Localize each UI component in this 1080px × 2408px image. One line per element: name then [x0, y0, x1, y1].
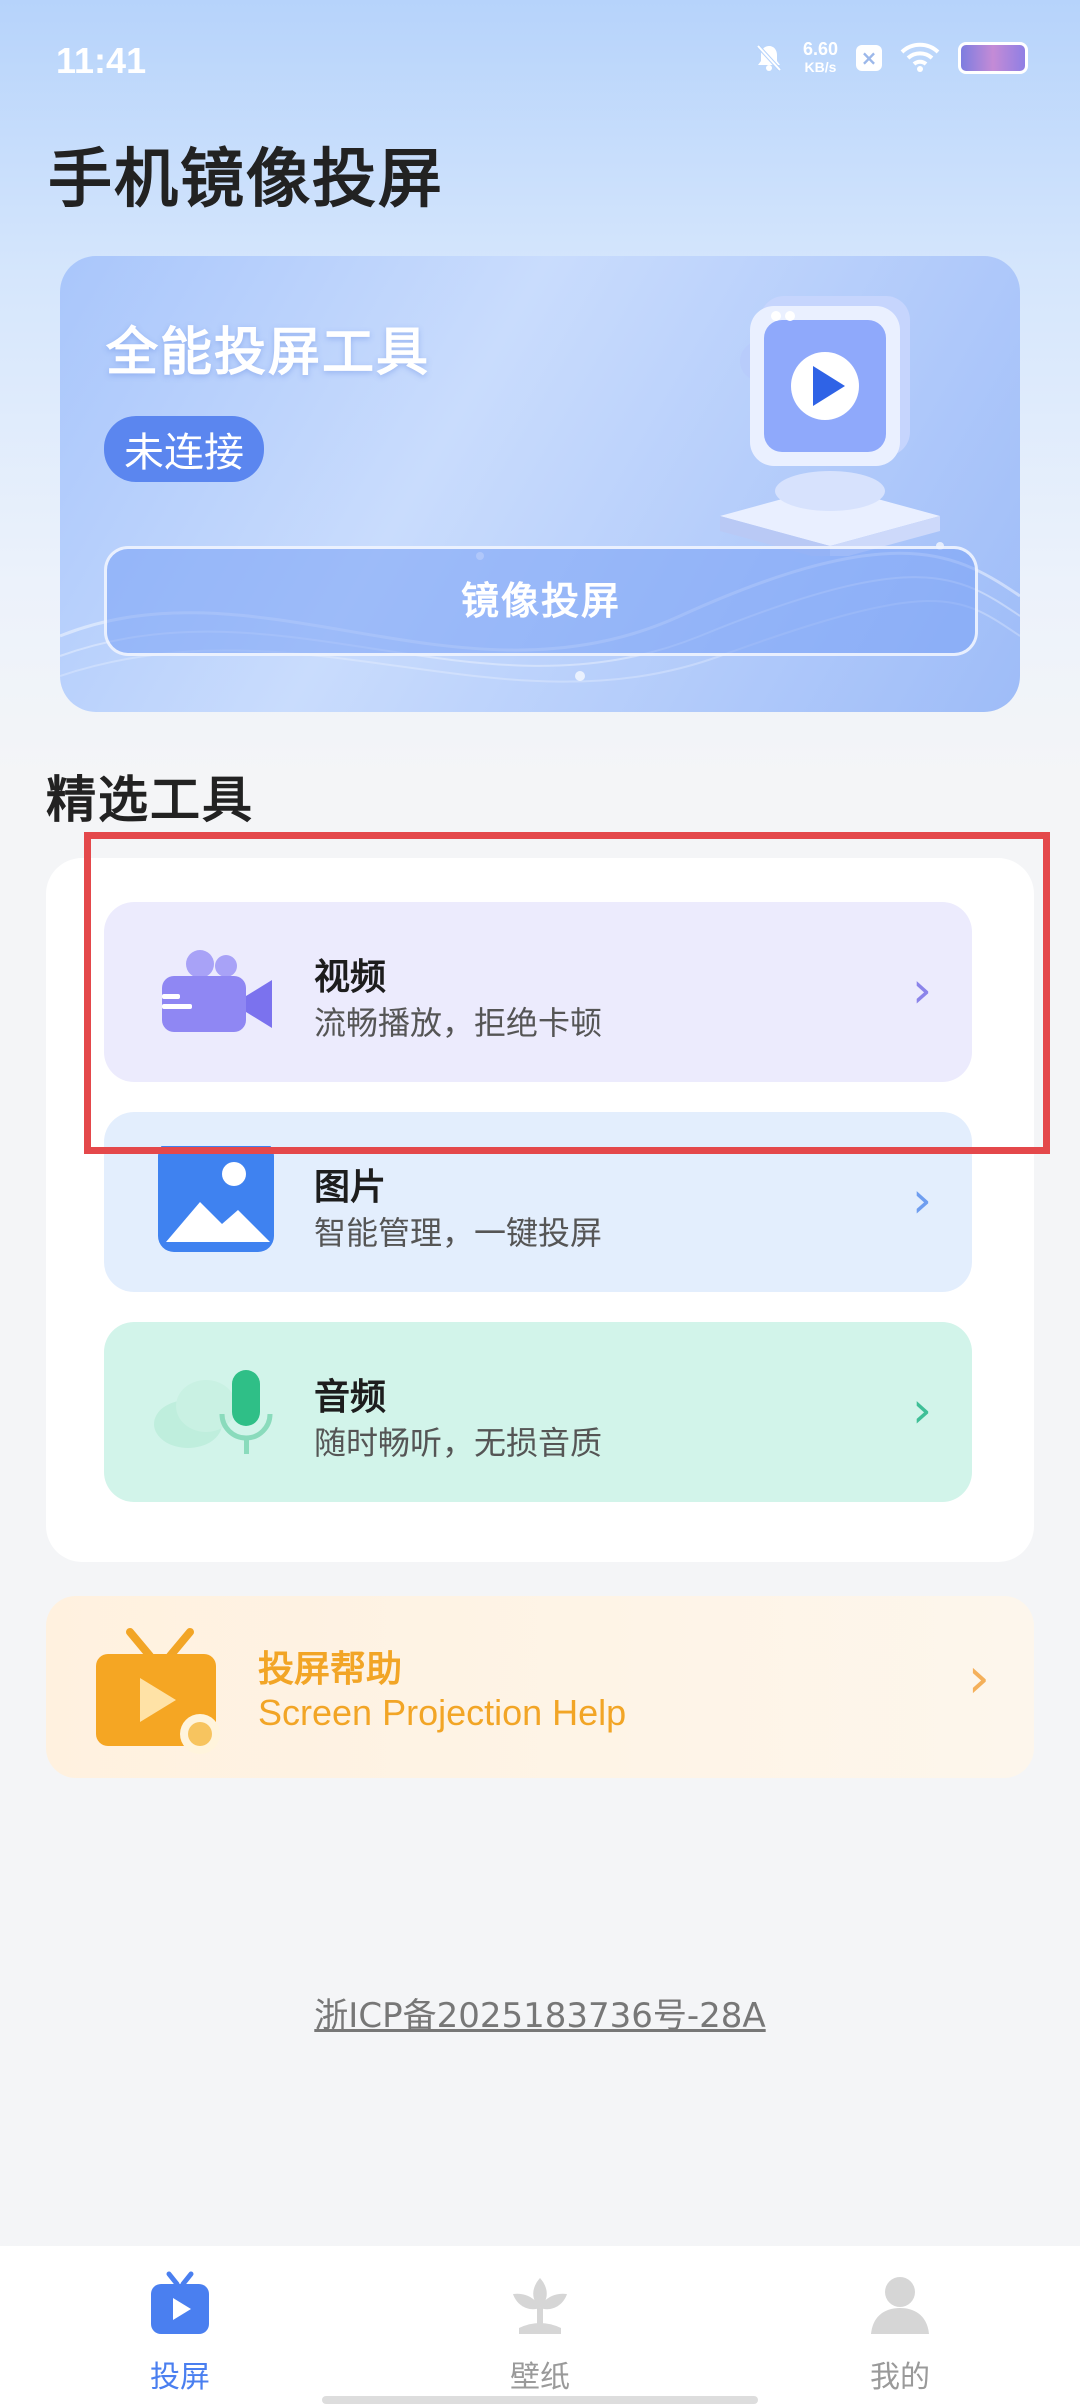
bottom-nav: 投屏 壁纸 我的 [0, 2246, 1080, 2408]
wifi-icon [900, 42, 940, 72]
net-speed-value: 6.60 [802, 39, 838, 59]
help-title: 投屏帮助 [258, 1649, 403, 1690]
banner-title: 全能投屏工具 [106, 323, 431, 383]
highlight-box [84, 832, 1050, 1154]
status-icons: 6.60 KB/s × [753, 40, 1028, 76]
nav-item-profile[interactable]: 我的 [800, 2270, 1000, 2396]
tool-name: 图片 [314, 1167, 387, 1208]
cast-banner[interactable]: 全能投屏工具 未连接 镜像投屏 [60, 256, 1020, 712]
mute-bell-icon [756, 44, 782, 72]
nav-label: 壁纸 [510, 2360, 570, 2395]
image-icon [158, 1146, 274, 1252]
nav-item-wallpaper[interactable]: 壁纸 [440, 2270, 640, 2396]
net-speed: 6.60 KB/s [803, 40, 838, 76]
person-icon [871, 2277, 929, 2334]
nav-item-cast[interactable]: 投屏 [80, 2270, 280, 2396]
mirror-cast-button[interactable]: 镜像投屏 [104, 546, 978, 656]
help-card[interactable]: 投屏帮助 Screen Projection Help › [46, 1596, 1034, 1778]
monitor-play-icon [720, 296, 940, 556]
tool-item-audio[interactable]: 音频 随时畅听，无损音质 › [104, 1322, 972, 1502]
connection-status-badge: 未连接 [104, 416, 264, 482]
page-title: 手机镜像投屏 [48, 143, 444, 217]
nav-label: 投屏 [150, 2360, 210, 2395]
chevron-right-icon: › [967, 1646, 990, 1711]
tv-icon [151, 2271, 209, 2334]
flower-icon [513, 2278, 567, 2334]
icp-link[interactable]: 浙ICP备2025183736号-28A [314, 1996, 765, 2036]
tool-name: 音频 [314, 1377, 387, 1418]
nav-label: 我的 [870, 2360, 930, 2395]
net-speed-unit: KB/s [804, 59, 837, 75]
status-bar: 11:41 6.60 KB/s × [0, 0, 1080, 120]
chevron-right-icon: › [912, 1171, 932, 1229]
status-time: 11:41 [56, 40, 147, 81]
tool-desc: 随时畅听，无损音质 [314, 1424, 603, 1462]
icp-footer[interactable]: 浙ICP备2025183736号-28A [0, 1988, 1080, 2037]
microphone-icon [154, 1370, 273, 1454]
chevron-right-icon: › [912, 1381, 932, 1439]
battery-icon [958, 42, 1028, 74]
help-subtitle: Screen Projection Help [258, 1692, 627, 1733]
tool-desc: 智能管理，一键投屏 [314, 1214, 603, 1252]
section-title-tools: 精选工具 [46, 771, 254, 829]
notification-x-icon: × [856, 45, 882, 71]
home-indicator [322, 2396, 758, 2404]
tv-play-icon [96, 1628, 220, 1754]
